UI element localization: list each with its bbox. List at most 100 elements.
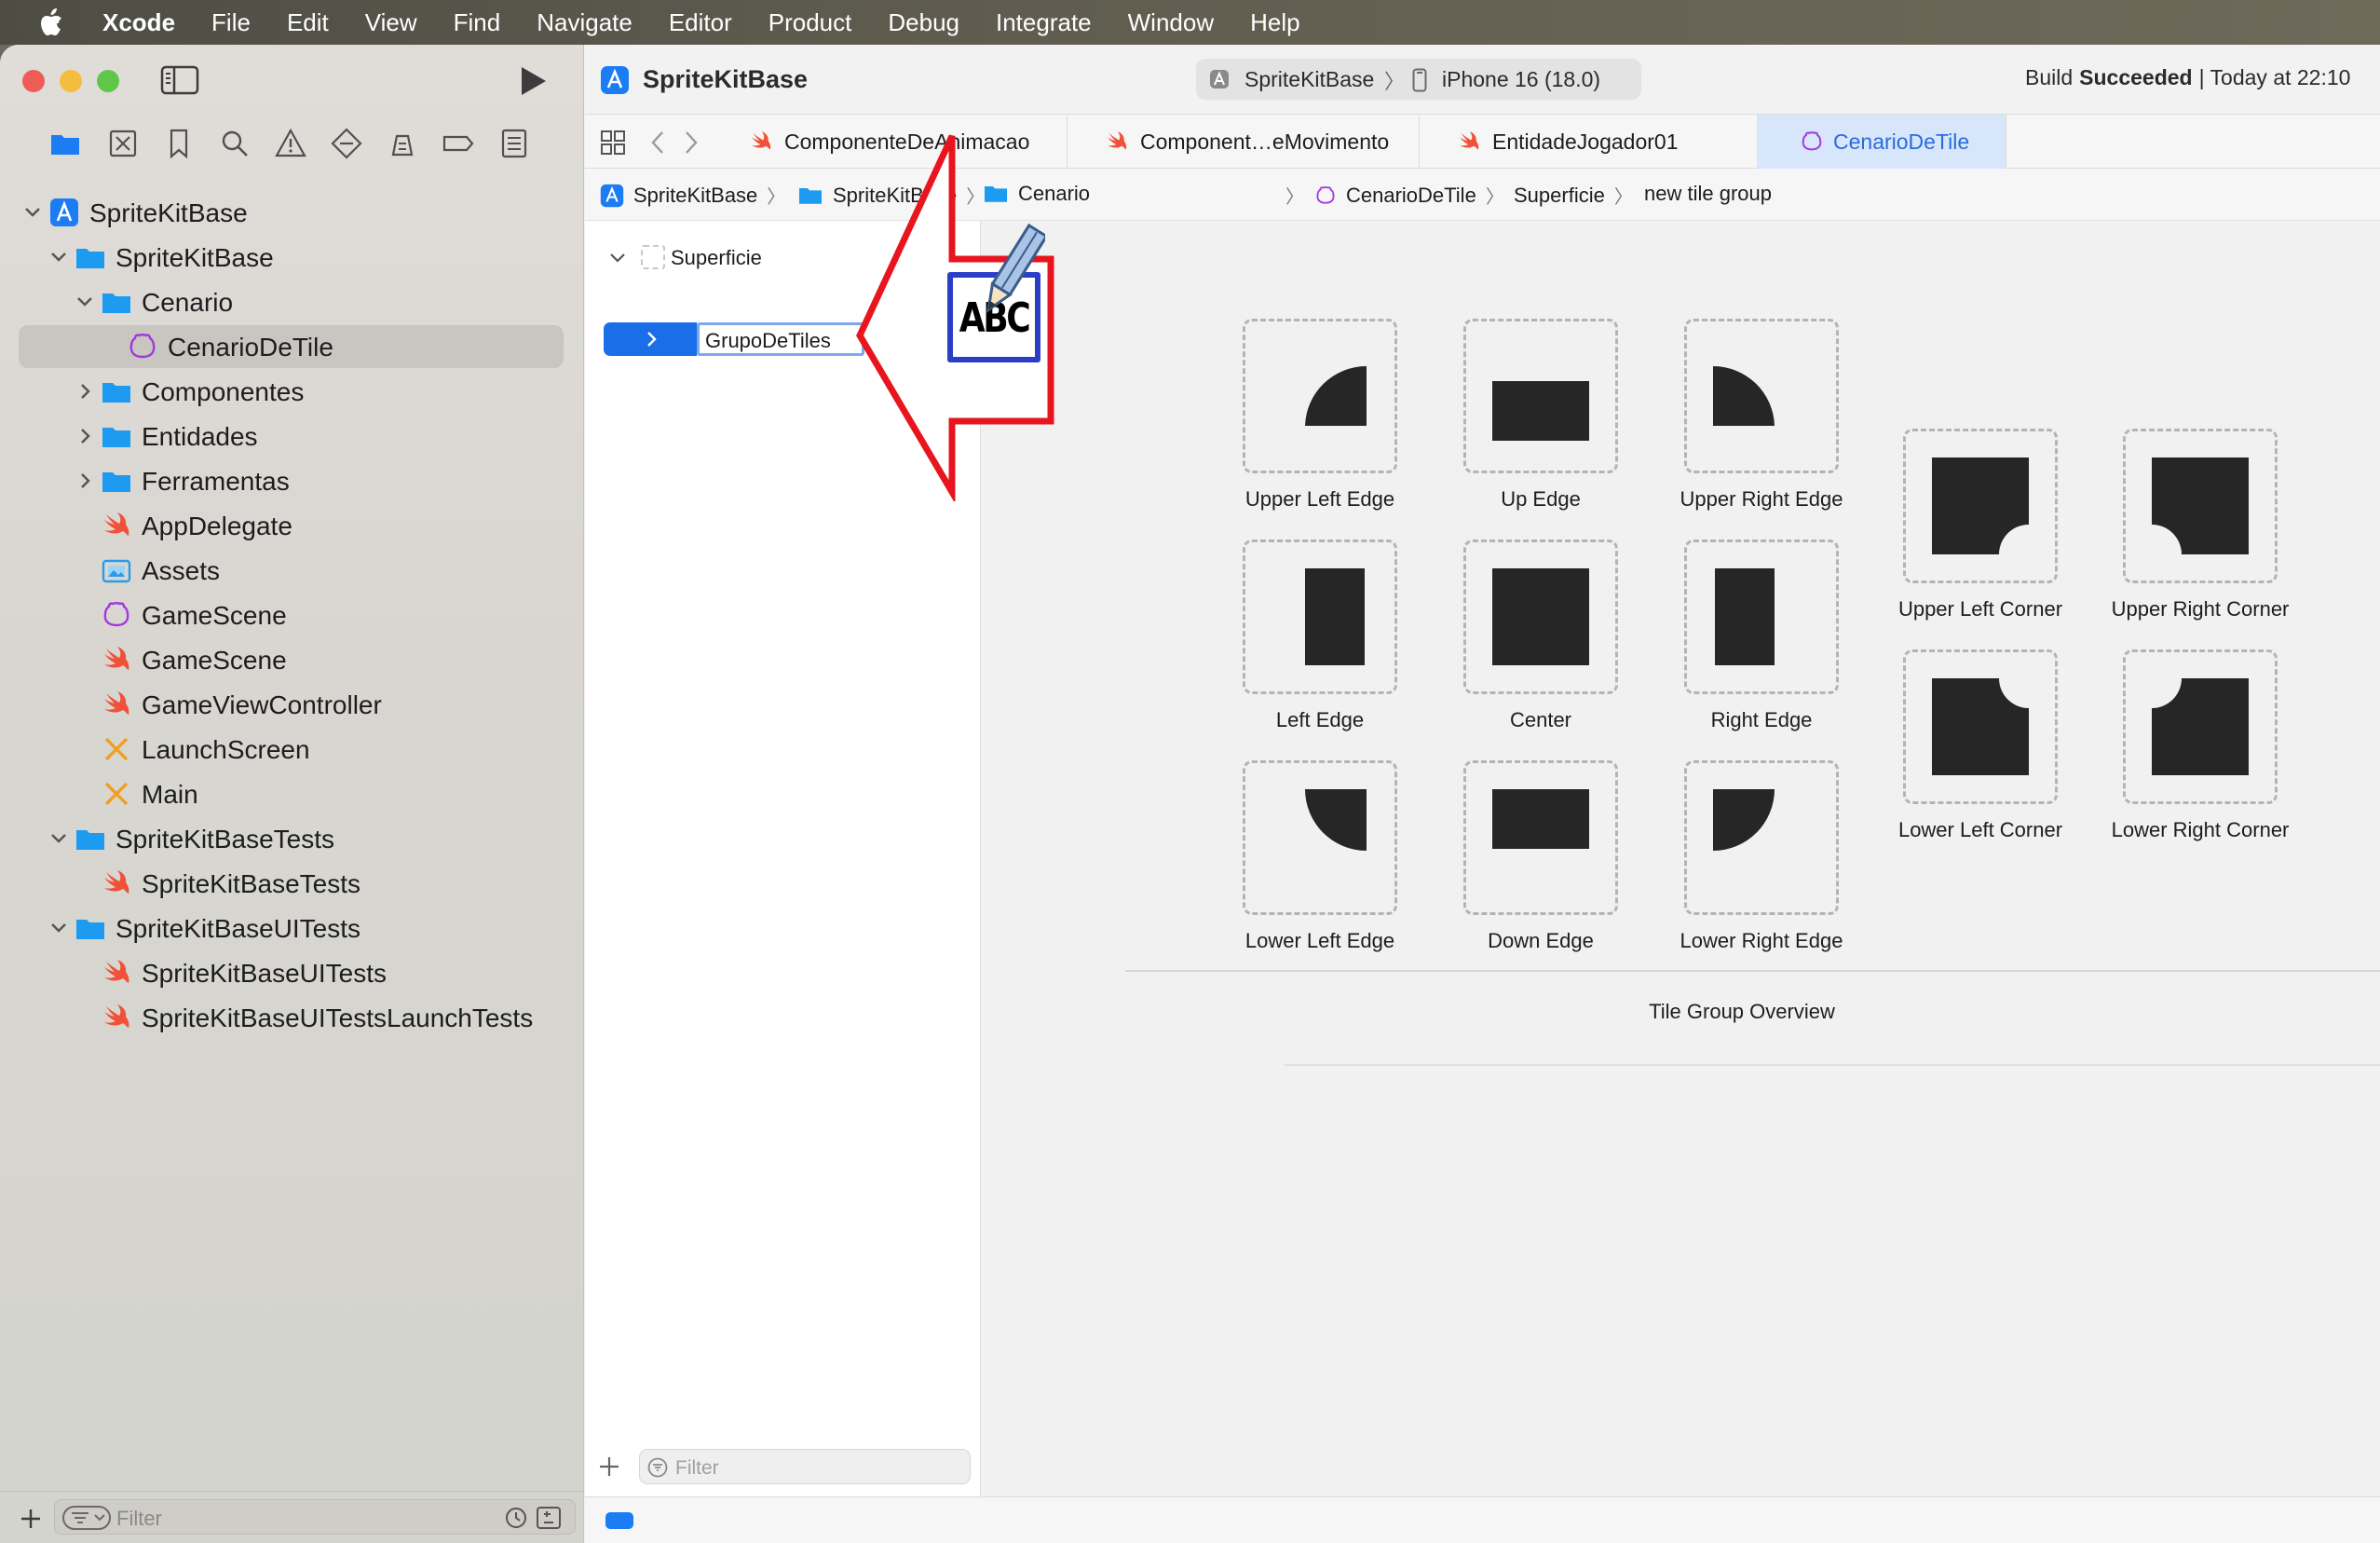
test-navigator-icon[interactable]	[330, 127, 363, 160]
swift-icon	[1460, 131, 1479, 150]
tab-cenario-de-tile[interactable]: CenarioDeTile	[1757, 115, 2006, 169]
chevron-down-icon[interactable]	[47, 245, 71, 269]
selected-row-highlight[interactable]	[604, 322, 697, 356]
menu-view[interactable]: View	[365, 8, 417, 37]
tree-item-file[interactable]: Main	[19, 772, 564, 815]
tree-item-folder[interactable]: Entidades	[19, 415, 564, 457]
breadcrumb-tileset[interactable]: CenarioDeTile 〉	[1314, 182, 1504, 209]
tile-slot-center[interactable]	[1463, 539, 1618, 694]
chevron-right-icon[interactable]	[641, 329, 661, 349]
tree-item-folder[interactable]: SpriteKitBaseUITests	[19, 907, 564, 949]
tree-item-file[interactable]: GameViewController	[19, 683, 564, 726]
rename-text-field[interactable]: GrupoDeTiles	[697, 322, 864, 356]
tree-item-file[interactable]: SpriteKitBaseTests	[19, 862, 564, 905]
tree-item-file[interactable]: GameScene	[19, 594, 564, 636]
tile-slot-upper-left-corner[interactable]	[1903, 429, 2058, 583]
issue-navigator-icon[interactable]	[274, 127, 307, 160]
related-items-icon[interactable]	[600, 130, 626, 156]
tile-slot-up-edge[interactable]	[1463, 319, 1618, 473]
tree-item-folder[interactable]: Cenario	[19, 280, 564, 323]
tree-item-folder[interactable]: Componentes	[19, 370, 564, 413]
tree-item-folder[interactable]: Ferramentas	[19, 459, 564, 502]
tab-entidade-jogador[interactable]: EntidadeJogador01	[1420, 115, 1772, 169]
breadcrumb-superficie[interactable]: Superficie 〉	[1514, 182, 1633, 209]
tile-slot-lower-right-edge[interactable]	[1684, 760, 1839, 915]
chevron-right-icon[interactable]	[73, 469, 97, 493]
menu-navigate[interactable]: Navigate	[537, 8, 632, 37]
tree-item-project[interactable]: SpriteKitBase	[19, 191, 564, 234]
back-icon[interactable]	[648, 130, 667, 156]
menu-editor[interactable]: Editor	[669, 8, 732, 37]
chevron-right-icon[interactable]	[73, 424, 97, 448]
tree-item-folder[interactable]: SpriteKitBaseTests	[19, 817, 564, 860]
chevron-down-icon[interactable]	[47, 916, 71, 940]
tile-slot-down-edge[interactable]	[1463, 760, 1618, 915]
tree-item-file[interactable]: LaunchScreen	[19, 728, 564, 771]
menu-product[interactable]: Product	[768, 8, 852, 37]
tile-slot-lower-left-corner[interactable]	[1903, 649, 2058, 804]
debug-area-toggle-icon[interactable]	[605, 1512, 633, 1529]
debug-navigator-icon[interactable]	[386, 127, 419, 160]
menu-file[interactable]: File	[211, 8, 251, 37]
navigator-filter-field[interactable]: Filter	[54, 1499, 576, 1535]
chevron-down-icon[interactable]	[73, 290, 97, 314]
source-control-filter-icon[interactable]	[536, 1506, 562, 1530]
menu-window[interactable]: Window	[1128, 8, 1214, 37]
run-destination[interactable]: iPhone 16 (18.0)	[1442, 67, 1600, 92]
forward-icon[interactable]	[682, 130, 700, 156]
sidebar-toggle-icon[interactable]	[160, 65, 199, 95]
recent-files-icon[interactable]	[504, 1506, 528, 1530]
scheme-name[interactable]: SpriteKitBase	[1244, 67, 1374, 92]
bookmark-icon[interactable]	[162, 127, 196, 160]
tile-slot-upper-right-edge[interactable]	[1684, 319, 1839, 473]
tile-slot-left-edge[interactable]	[1243, 539, 1397, 694]
tree-item-file[interactable]: SpriteKitBaseUITestsLaunchTests	[19, 996, 564, 1039]
tree-item-folder[interactable]: SpriteKitBase	[19, 236, 564, 279]
minimize-window-button[interactable]	[60, 70, 82, 92]
tile-slot-right-edge[interactable]	[1684, 539, 1839, 694]
breadcrumb-project[interactable]: SpriteKitBase 〉	[600, 182, 785, 209]
folder-navigator-icon[interactable]	[48, 127, 82, 160]
tile-slot-upper-left-edge[interactable]	[1243, 319, 1397, 473]
menu-integrate[interactable]: Integrate	[996, 8, 1092, 37]
chevron-down-icon[interactable]	[607, 248, 628, 268]
menu-debug[interactable]: Debug	[888, 8, 959, 37]
navigator-filter-bar: Filter	[0, 1491, 584, 1543]
tile-slot-upper-right-corner[interactable]	[2123, 429, 2278, 583]
outline-filter-field[interactable]: Filter	[639, 1449, 971, 1484]
swift-icon	[104, 870, 129, 894]
project-icon	[50, 198, 78, 226]
scheme-separator-icon: 〉	[1384, 70, 1406, 93]
tree-item-file[interactable]: Assets	[19, 549, 564, 592]
breakpoint-navigator-icon[interactable]	[442, 127, 475, 160]
add-icon[interactable]	[598, 1455, 620, 1478]
chevron-right-icon[interactable]	[73, 379, 97, 403]
tile-slot-lower-right-corner[interactable]	[2123, 649, 2278, 804]
tile-label: Left Edge	[1275, 708, 1365, 731]
find-navigator-icon[interactable]	[218, 127, 252, 160]
chevron-down-icon[interactable]	[47, 826, 71, 851]
tree-item-file[interactable]: SpriteKitBaseUITests	[19, 951, 564, 994]
xcode-window: SpriteKitBase SpriteKitBase Cenario Cena…	[0, 45, 2380, 1543]
tree-item-file-selected[interactable]: CenarioDeTile	[19, 325, 564, 368]
center-tile	[1492, 568, 1589, 665]
menu-xcode[interactable]: Xcode	[102, 8, 175, 37]
tree-item-file[interactable]: GameScene	[19, 638, 564, 681]
run-icon[interactable]	[518, 65, 548, 97]
report-navigator-icon[interactable]	[497, 127, 531, 160]
chevron-down-icon[interactable]	[20, 200, 45, 225]
tile-slot-lower-left-edge[interactable]	[1243, 760, 1397, 915]
add-icon[interactable]	[19, 1507, 43, 1531]
close-window-button[interactable]	[22, 70, 45, 92]
filter-options-icon[interactable]	[62, 1506, 111, 1530]
menu-find[interactable]: Find	[454, 8, 501, 37]
zoom-window-button[interactable]	[97, 70, 119, 92]
breadcrumb-separator-icon: 〉	[1285, 187, 1304, 208]
menu-edit[interactable]: Edit	[287, 8, 329, 37]
tab-componente-de-movimento[interactable]: Component…eMovimento	[1068, 115, 1420, 169]
apple-icon[interactable]	[37, 7, 63, 37]
breadcrumb-tile-group[interactable]: new tile group	[1644, 182, 1772, 206]
source-control-icon[interactable]	[106, 127, 140, 160]
menu-help[interactable]: Help	[1250, 8, 1299, 37]
tree-item-file[interactable]: AppDelegate	[19, 504, 564, 547]
